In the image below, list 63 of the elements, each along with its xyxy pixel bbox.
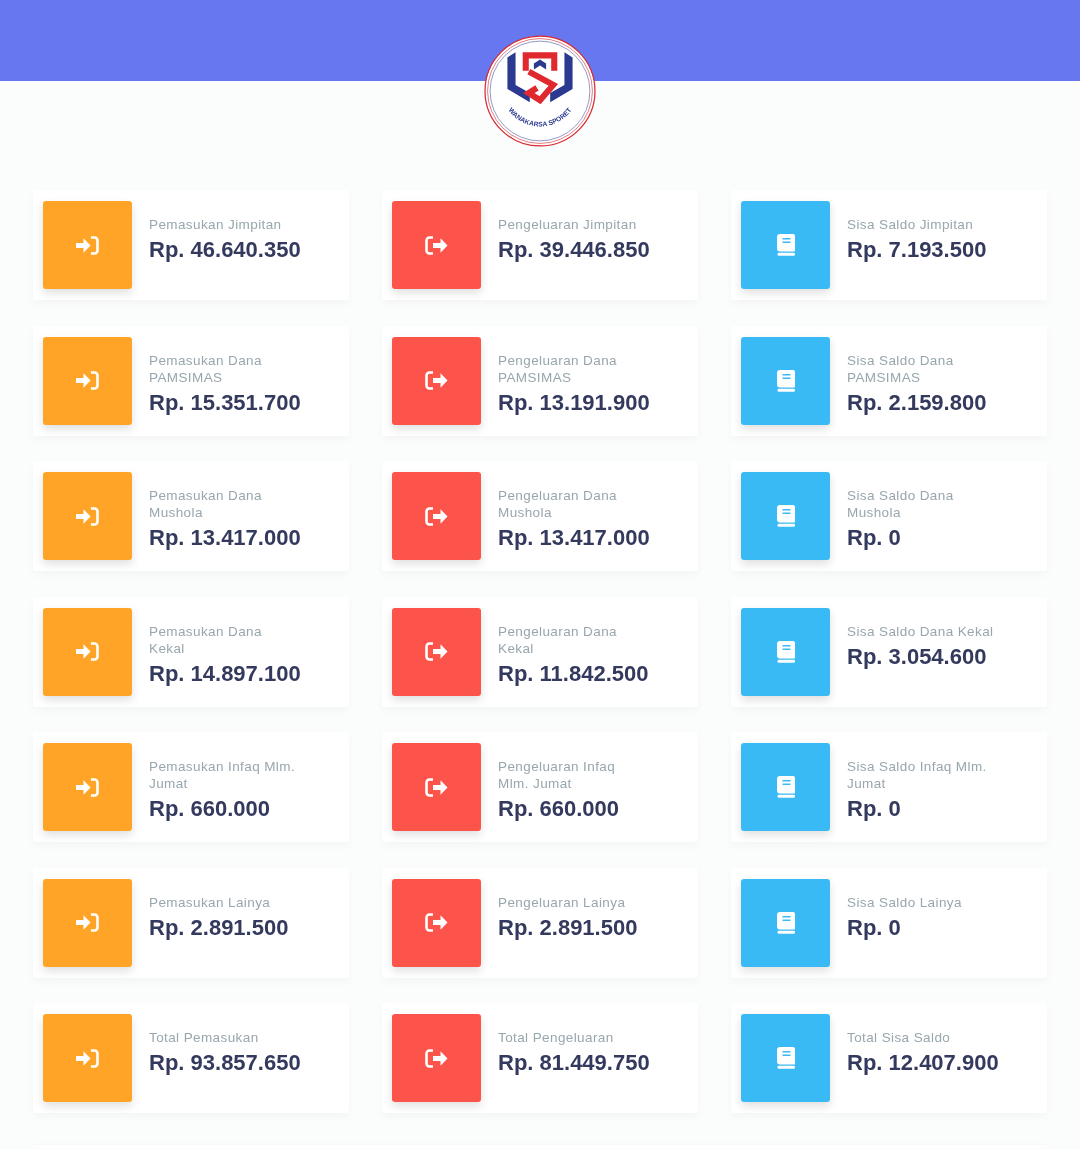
arrow-out-of-bracket-icon xyxy=(392,336,481,425)
book-icon xyxy=(741,743,830,831)
stat-value: Rp. 15.351.700 xyxy=(149,389,301,416)
stat-value: Rp. 13.417.000 xyxy=(149,525,301,551)
stat-label: Pemasukan Jimpitan xyxy=(149,216,283,233)
stat-label: Pengeluaran Infaq Mlm. Jumat xyxy=(498,758,617,792)
stat-value: Rp. 14.897.100 xyxy=(149,660,301,687)
book-icon xyxy=(741,201,830,289)
stat-value: Rp. 46.640.350 xyxy=(149,237,301,263)
arrow-out-of-bracket-icon xyxy=(392,743,481,831)
stat-label: Pemasukan Dana PAMSIMAS xyxy=(149,351,263,386)
stat-value: Rp. 11.842.500 xyxy=(498,660,649,687)
stat-label: Pengeluaran Dana Kekal xyxy=(498,622,618,657)
arrow-out-of-bracket-icon xyxy=(392,878,481,967)
arrow-into-bracket-icon xyxy=(43,607,132,696)
stat-label: Pengeluaran Lainya xyxy=(498,893,627,911)
stat-label: Pengeluaran Jimpitan xyxy=(498,216,638,233)
arrow-out-of-bracket-icon xyxy=(392,607,481,696)
arrow-into-bracket-icon xyxy=(43,1014,132,1102)
stat-value: Rp. 12.407.900 xyxy=(847,1050,999,1076)
book-icon xyxy=(741,472,830,560)
stat-label: Sisa Saldo Dana Kekal xyxy=(847,622,994,640)
stat-value: Rp. 7.193.500 xyxy=(847,237,987,263)
stat-label: Total Pengeluaran xyxy=(498,1029,615,1046)
arrow-into-bracket-icon xyxy=(43,336,132,425)
arrow-out-of-bracket-icon xyxy=(392,472,481,560)
stat-label: Sisa Saldo Infaq Mlm. Jumat xyxy=(847,758,988,792)
stat-label: Pemasukan Infaq Mlm. Jumat xyxy=(149,758,297,792)
arrow-into-bracket-icon xyxy=(43,201,132,289)
arrow-into-bracket-icon xyxy=(43,472,132,560)
stat-value: Rp. 660.000 xyxy=(498,796,621,822)
stat-label: Pengeluaran Dana Mushola xyxy=(498,487,618,521)
book-icon xyxy=(741,336,830,425)
stat-value: Rp. 13.191.900 xyxy=(498,389,650,416)
stat-label: Sisa Saldo Lainya xyxy=(847,893,962,911)
stat-label: Pemasukan Lainya xyxy=(149,893,272,911)
stat-value: Rp. 39.446.850 xyxy=(498,237,650,263)
stat-value: Rp. 81.449.750 xyxy=(498,1050,650,1076)
book-icon xyxy=(741,1014,830,1102)
stat-label: Sisa Saldo Dana Mushola xyxy=(847,487,955,521)
arrow-out-of-bracket-icon xyxy=(392,1014,481,1102)
stat-value: Rp. 0 xyxy=(847,796,902,822)
arrow-into-bracket-icon xyxy=(43,878,132,967)
stat-label: Pemasukan Dana Mushola xyxy=(149,487,263,521)
arrow-out-of-bracket-icon xyxy=(392,201,481,289)
stat-label: Total Pemasukan xyxy=(149,1029,260,1046)
stat-value: Rp. 0 xyxy=(847,525,902,551)
stat-label: Sisa Saldo Jimpitan xyxy=(847,216,975,233)
stat-value: Rp. 13.417.000 xyxy=(498,525,650,551)
stat-value: Rp. 2.891.500 xyxy=(498,914,638,941)
book-icon xyxy=(741,607,830,696)
stat-value: Rp. 93.857.650 xyxy=(149,1050,301,1076)
stat-value: Rp. 2.159.800 xyxy=(847,389,988,416)
stat-label: Total Sisa Saldo xyxy=(847,1029,952,1046)
arrow-into-bracket-icon xyxy=(43,743,132,831)
book-icon xyxy=(741,878,830,967)
stat-label: Pengeluaran Dana PAMSIMAS xyxy=(498,351,618,386)
stat-label: Sisa Saldo Dana PAMSIMAS xyxy=(847,351,955,386)
stat-value: Rp. 3.054.600 xyxy=(847,643,988,670)
stat-label: Pemasukan Dana Kekal xyxy=(149,622,263,657)
stat-value: Rp. 0 xyxy=(847,914,902,941)
stat-value: Rp. 2.891.500 xyxy=(149,914,289,941)
stat-value: Rp. 660.000 xyxy=(149,796,272,822)
